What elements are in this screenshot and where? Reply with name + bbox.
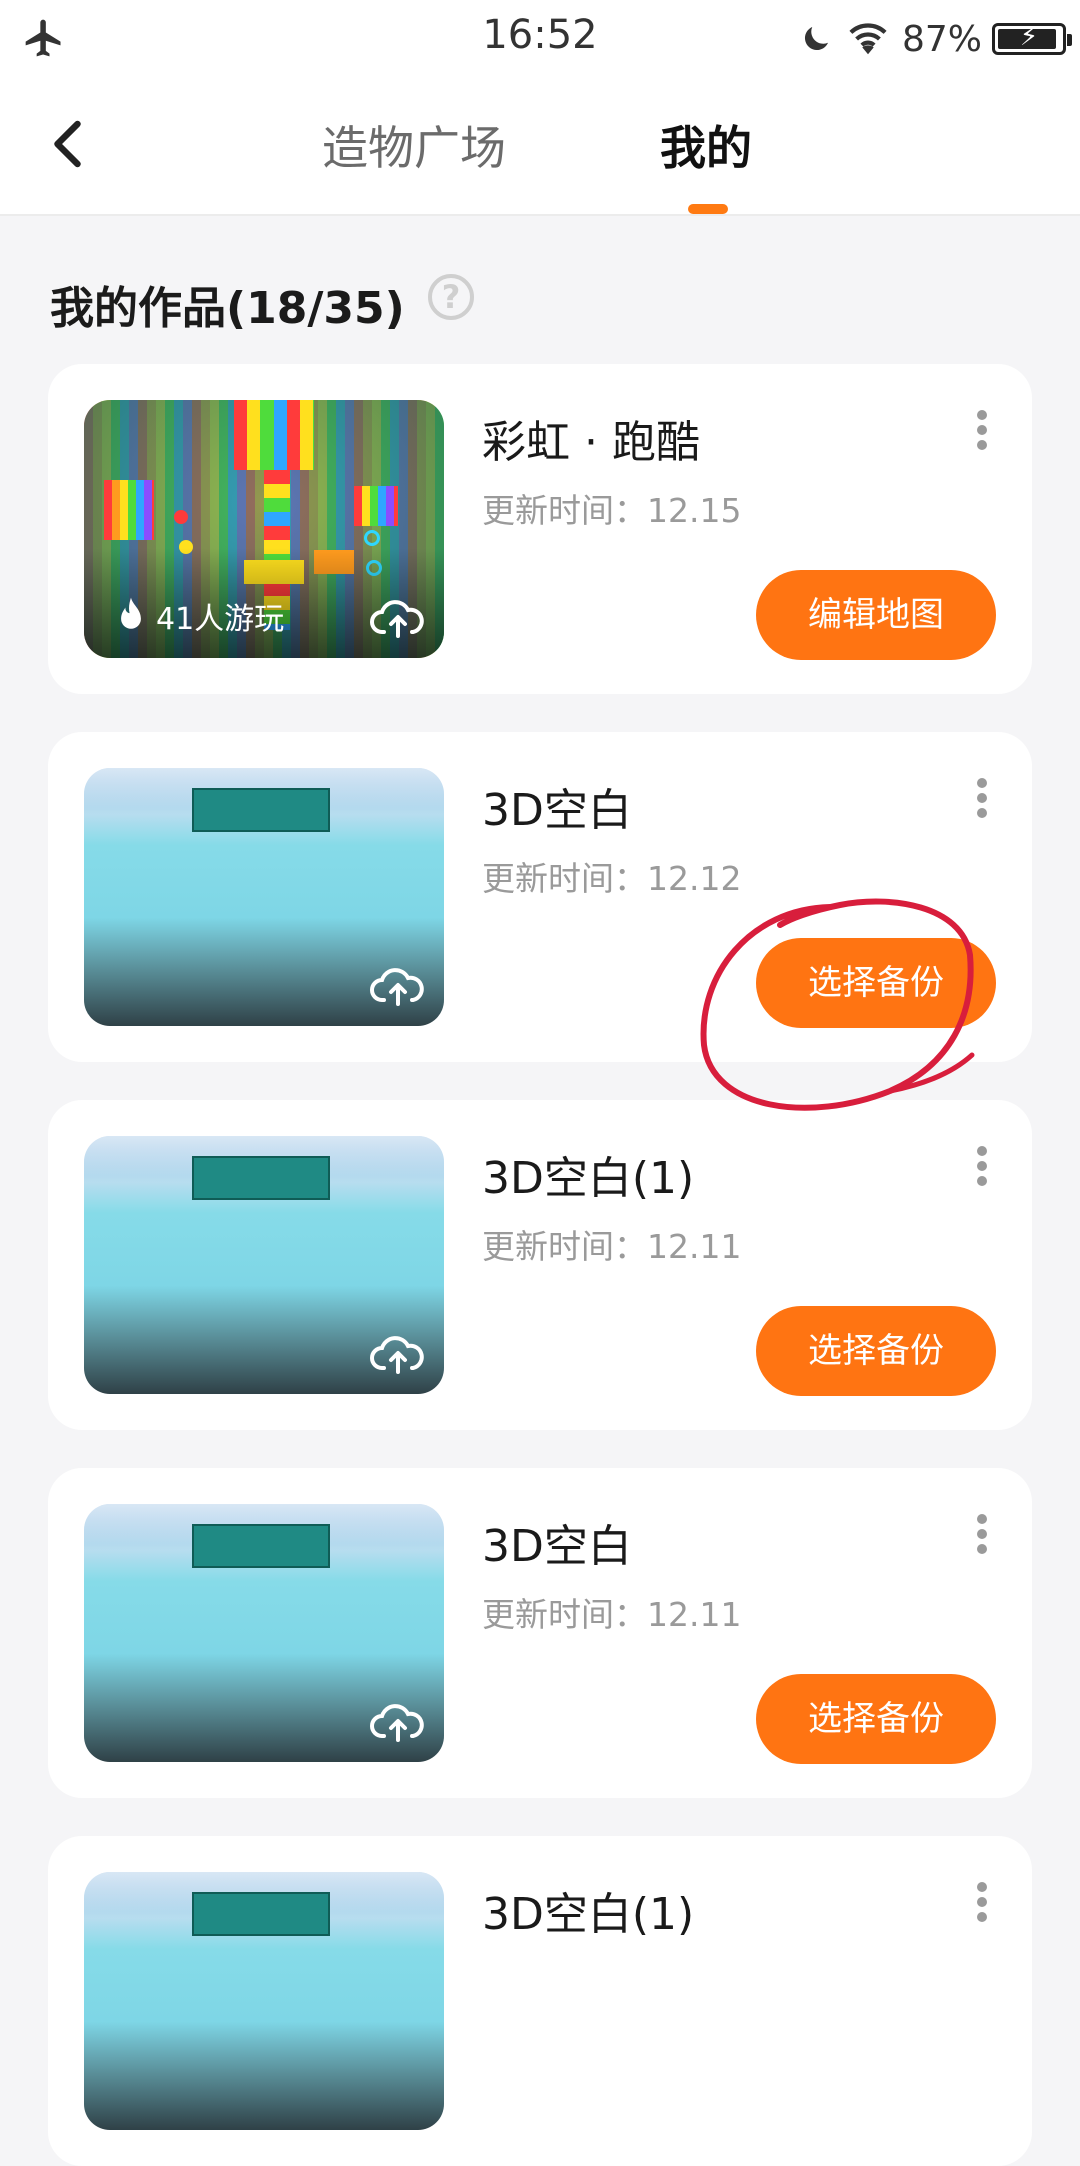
more-options-icon[interactable] [976,410,988,450]
more-options-icon[interactable] [976,1146,988,1186]
work-thumbnail[interactable]: 41人游玩 [84,400,444,658]
work-name: 彩虹 · 跑酷 [482,417,700,468]
plays-count: 41人游玩 [114,594,284,638]
more-options-icon[interactable] [976,1514,988,1554]
select-backup-button[interactable]: 选择备份 [756,1306,996,1396]
edit-map-button[interactable]: 编辑地图 [756,570,996,660]
tab-mine[interactable]: 我的 [660,112,752,178]
moon-icon [804,27,828,51]
wifi-icon [849,23,887,55]
work-name: 3D空白 [482,785,632,836]
work-updated-time: 更新时间：12.12 [482,859,742,898]
help-icon[interactable]: ? [428,274,474,320]
top-nav: 造物广场 我的 [0,82,1080,216]
work-thumbnail[interactable] [84,768,444,1026]
work-card[interactable]: 41人游玩 彩虹 · 跑酷 更新时间：12.15 编辑地图 [48,364,1032,694]
work-card[interactable]: 3D空白 更新时间：12.11 选择备份 [48,1468,1032,1798]
status-right: 87% ⚡ [798,14,1072,64]
work-name: 3D空白(1) [482,1889,695,1940]
cloud-upload-icon[interactable] [370,1332,426,1376]
active-tab-indicator [688,204,728,214]
more-options-icon[interactable] [976,1882,988,1922]
work-card[interactable]: 3D空白 更新时间：12.12 选择备份 [48,732,1032,1062]
work-card[interactable]: 3D空白(1) 更新时间：12.11 选择备份 [48,1100,1032,1430]
work-updated-time: 更新时间：12.11 [482,1595,742,1634]
work-updated-time: 更新时间：12.11 [482,1227,742,1266]
tab-creation-plaza[interactable]: 造物广场 [322,112,506,178]
work-thumbnail[interactable] [84,1504,444,1762]
work-updated-time: 更新时间：12.15 [482,491,742,530]
select-backup-button[interactable]: 选择备份 [756,938,996,1028]
cloud-upload-icon[interactable] [370,964,426,1008]
select-backup-button[interactable]: 选择备份 [756,1674,996,1764]
battery-icon: ⚡ [992,22,1072,55]
plays-label: 41人游玩 [156,602,285,637]
work-thumbnail[interactable] [84,1136,444,1394]
work-name: 3D空白(1) [482,1153,695,1204]
back-arrow-icon[interactable] [40,114,100,174]
work-thumbnail[interactable] [84,1872,444,2130]
flame-icon [121,597,141,629]
cloud-upload-icon[interactable] [370,1700,426,1744]
work-card[interactable]: 3D空白(1) [48,1836,1032,2166]
work-name: 3D空白 [482,1521,632,1572]
my-works-title: 我的作品(18/35) [50,283,405,334]
cloud-upload-icon[interactable] [370,596,426,640]
more-options-icon[interactable] [976,778,988,818]
battery-percent: 87% [901,18,982,60]
status-bar: 16:52 87% ⚡ [0,0,1080,82]
